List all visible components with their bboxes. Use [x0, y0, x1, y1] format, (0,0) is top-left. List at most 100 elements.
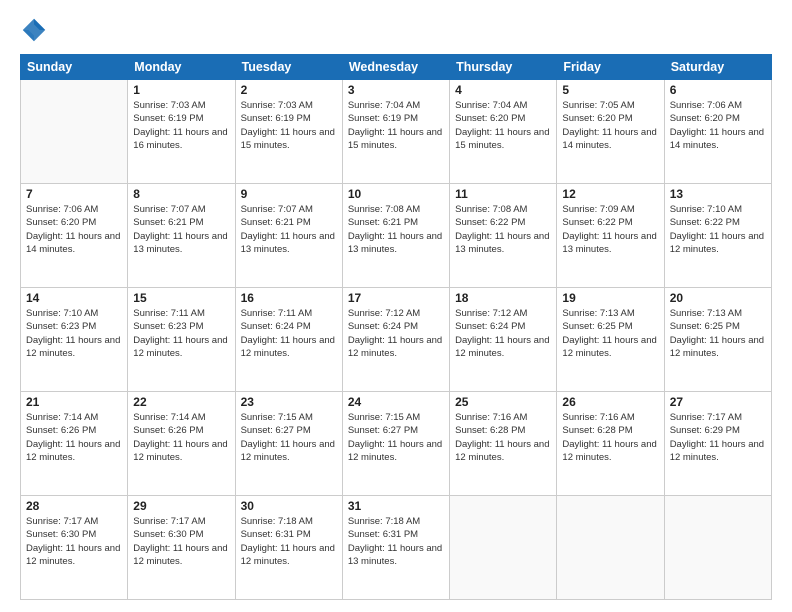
header-cell-saturday: Saturday: [664, 55, 771, 80]
day-number: 16: [241, 291, 337, 305]
day-info: Sunrise: 7:18 AMSunset: 6:31 PMDaylight:…: [348, 515, 444, 568]
day-number: 24: [348, 395, 444, 409]
calendar-cell: 15 Sunrise: 7:11 AMSunset: 6:23 PMDayligh…: [128, 288, 235, 392]
calendar-cell: 16 Sunrise: 7:11 AMSunset: 6:24 PMDayligh…: [235, 288, 342, 392]
header-cell-wednesday: Wednesday: [342, 55, 449, 80]
day-number: 18: [455, 291, 551, 305]
day-info: Sunrise: 7:16 AMSunset: 6:28 PMDaylight:…: [455, 411, 551, 464]
day-info: Sunrise: 7:13 AMSunset: 6:25 PMDaylight:…: [670, 307, 766, 360]
day-info: Sunrise: 7:12 AMSunset: 6:24 PMDaylight:…: [455, 307, 551, 360]
logo: [20, 16, 50, 44]
calendar-cell: 4Sunrise: 7:04 AMSunset: 6:20 PMDaylight…: [450, 80, 557, 184]
day-info: Sunrise: 7:10 AMSunset: 6:22 PMDaylight:…: [670, 203, 766, 256]
day-info: Sunrise: 7:06 AMSunset: 6:20 PMDaylight:…: [26, 203, 122, 256]
calendar-cell: 19 Sunrise: 7:13 AMSunset: 6:25 PMDayligh…: [557, 288, 664, 392]
day-info: Sunrise: 7:07 AMSunset: 6:21 PMDaylight:…: [133, 203, 229, 256]
day-info: Sunrise: 7:11 AMSunset: 6:24 PMDaylight:…: [241, 307, 337, 360]
calendar-cell: 3Sunrise: 7:04 AMSunset: 6:19 PMDaylight…: [342, 80, 449, 184]
calendar-cell: 10 Sunrise: 7:08 AMSunset: 6:21 PMDayligh…: [342, 184, 449, 288]
day-number: 10: [348, 187, 444, 201]
week-row-2: 7 Sunrise: 7:06 AMSunset: 6:20 PMDaylight…: [21, 184, 772, 288]
day-number: 31: [348, 499, 444, 513]
calendar-cell: 31 Sunrise: 7:18 AMSunset: 6:31 PMDayligh…: [342, 496, 449, 600]
day-number: 29: [133, 499, 229, 513]
page: SundayMondayTuesdayWednesdayThursdayFrid…: [0, 0, 792, 612]
day-number: 3: [348, 83, 444, 97]
calendar-cell: 6 Sunrise: 7:06 AMSunset: 6:20 PMDaylight…: [664, 80, 771, 184]
day-info: Sunrise: 7:08 AMSunset: 6:21 PMDaylight:…: [348, 203, 444, 256]
day-info: Sunrise: 7:17 AMSunset: 6:30 PMDaylight:…: [26, 515, 122, 568]
calendar-cell: 27 Sunrise: 7:17 AMSunset: 6:29 PMDayligh…: [664, 392, 771, 496]
calendar-cell: 21 Sunrise: 7:14 AMSunset: 6:26 PMDayligh…: [21, 392, 128, 496]
calendar-header: SundayMondayTuesdayWednesdayThursdayFrid…: [21, 55, 772, 80]
day-info: Sunrise: 7:14 AMSunset: 6:26 PMDaylight:…: [26, 411, 122, 464]
calendar-cell: 5 Sunrise: 7:05 AMSunset: 6:20 PMDaylight…: [557, 80, 664, 184]
header-cell-monday: Monday: [128, 55, 235, 80]
day-number: 11: [455, 187, 551, 201]
day-info: Sunrise: 7:03 AMSunset: 6:19 PMDaylight:…: [241, 99, 337, 152]
day-number: 13: [670, 187, 766, 201]
day-info: Sunrise: 7:14 AMSunset: 6:26 PMDaylight:…: [133, 411, 229, 464]
calendar-cell: 22 Sunrise: 7:14 AMSunset: 6:26 PMDayligh…: [128, 392, 235, 496]
day-number: 4: [455, 83, 551, 97]
day-info: Sunrise: 7:11 AMSunset: 6:23 PMDaylight:…: [133, 307, 229, 360]
day-number: 21: [26, 395, 122, 409]
day-number: 6: [670, 83, 766, 97]
day-info: Sunrise: 7:15 AMSunset: 6:27 PMDaylight:…: [241, 411, 337, 464]
day-number: 17: [348, 291, 444, 305]
header-cell-tuesday: Tuesday: [235, 55, 342, 80]
calendar-body: 1Sunrise: 7:03 AMSunset: 6:19 PMDaylight…: [21, 80, 772, 600]
day-number: 22: [133, 395, 229, 409]
calendar-cell: 13 Sunrise: 7:10 AMSunset: 6:22 PMDayligh…: [664, 184, 771, 288]
calendar-cell: 28 Sunrise: 7:17 AMSunset: 6:30 PMDayligh…: [21, 496, 128, 600]
day-number: 25: [455, 395, 551, 409]
day-number: 5: [562, 83, 658, 97]
calendar-cell: 8Sunrise: 7:07 AMSunset: 6:21 PMDaylight…: [128, 184, 235, 288]
calendar-cell: 12 Sunrise: 7:09 AMSunset: 6:22 PMDayligh…: [557, 184, 664, 288]
day-info: Sunrise: 7:10 AMSunset: 6:23 PMDaylight:…: [26, 307, 122, 360]
calendar-cell: 26Sunrise: 7:16 AMSunset: 6:28 PMDayligh…: [557, 392, 664, 496]
header-cell-thursday: Thursday: [450, 55, 557, 80]
day-number: 9: [241, 187, 337, 201]
day-number: 14: [26, 291, 122, 305]
day-number: 19: [562, 291, 658, 305]
calendar-cell: 25 Sunrise: 7:16 AMSunset: 6:28 PMDayligh…: [450, 392, 557, 496]
day-number: 7: [26, 187, 122, 201]
week-row-1: 1Sunrise: 7:03 AMSunset: 6:19 PMDaylight…: [21, 80, 772, 184]
calendar-cell: 30 Sunrise: 7:18 AMSunset: 6:31 PMDayligh…: [235, 496, 342, 600]
logo-icon: [20, 16, 48, 44]
day-info: Sunrise: 7:05 AMSunset: 6:20 PMDaylight:…: [562, 99, 658, 152]
calendar-cell: [450, 496, 557, 600]
calendar-cell: 11Sunrise: 7:08 AMSunset: 6:22 PMDayligh…: [450, 184, 557, 288]
week-row-5: 28 Sunrise: 7:17 AMSunset: 6:30 PMDayligh…: [21, 496, 772, 600]
day-number: 30: [241, 499, 337, 513]
day-info: Sunrise: 7:07 AMSunset: 6:21 PMDaylight:…: [241, 203, 337, 256]
day-number: 23: [241, 395, 337, 409]
calendar-cell: 14 Sunrise: 7:10 AMSunset: 6:23 PMDayligh…: [21, 288, 128, 392]
header: [20, 16, 772, 44]
calendar-cell: 23 Sunrise: 7:15 AMSunset: 6:27 PMDayligh…: [235, 392, 342, 496]
header-row: SundayMondayTuesdayWednesdayThursdayFrid…: [21, 55, 772, 80]
day-info: Sunrise: 7:03 AMSunset: 6:19 PMDaylight:…: [133, 99, 229, 152]
day-info: Sunrise: 7:06 AMSunset: 6:20 PMDaylight:…: [670, 99, 766, 152]
calendar-cell: 24Sunrise: 7:15 AMSunset: 6:27 PMDayligh…: [342, 392, 449, 496]
day-info: Sunrise: 7:17 AMSunset: 6:29 PMDaylight:…: [670, 411, 766, 464]
day-number: 12: [562, 187, 658, 201]
week-row-4: 21 Sunrise: 7:14 AMSunset: 6:26 PMDayligh…: [21, 392, 772, 496]
day-info: Sunrise: 7:16 AMSunset: 6:28 PMDaylight:…: [562, 411, 658, 464]
day-number: 27: [670, 395, 766, 409]
day-info: Sunrise: 7:13 AMSunset: 6:25 PMDaylight:…: [562, 307, 658, 360]
calendar-cell: 18 Sunrise: 7:12 AMSunset: 6:24 PMDayligh…: [450, 288, 557, 392]
calendar-cell: [664, 496, 771, 600]
day-number: 28: [26, 499, 122, 513]
day-number: 2: [241, 83, 337, 97]
day-info: Sunrise: 7:09 AMSunset: 6:22 PMDaylight:…: [562, 203, 658, 256]
day-number: 15: [133, 291, 229, 305]
calendar-cell: 9 Sunrise: 7:07 AMSunset: 6:21 PMDaylight…: [235, 184, 342, 288]
day-info: Sunrise: 7:18 AMSunset: 6:31 PMDaylight:…: [241, 515, 337, 568]
header-cell-sunday: Sunday: [21, 55, 128, 80]
day-info: Sunrise: 7:17 AMSunset: 6:30 PMDaylight:…: [133, 515, 229, 568]
calendar-cell: 29 Sunrise: 7:17 AMSunset: 6:30 PMDayligh…: [128, 496, 235, 600]
calendar-cell: 17Sunrise: 7:12 AMSunset: 6:24 PMDayligh…: [342, 288, 449, 392]
calendar-cell: 2 Sunrise: 7:03 AMSunset: 6:19 PMDaylight…: [235, 80, 342, 184]
